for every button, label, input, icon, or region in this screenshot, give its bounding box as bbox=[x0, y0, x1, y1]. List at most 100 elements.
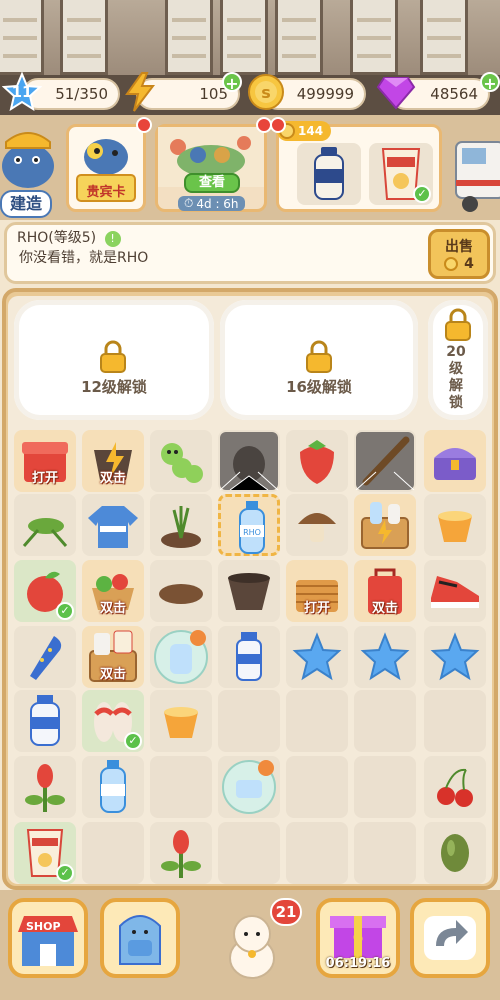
tile-star[interactable] bbox=[286, 626, 348, 688]
strawberry-icon bbox=[286, 430, 348, 492]
tile-grasshopper[interactable] bbox=[14, 494, 76, 556]
caterpillar-icon bbox=[150, 430, 212, 492]
tile-drink-crate[interactable] bbox=[354, 494, 416, 556]
tile-snack-crate[interactable]: 双击 bbox=[82, 626, 144, 688]
tile-shopping-bag[interactable]: 双击 bbox=[354, 560, 416, 622]
gem-plus-button[interactable]: + bbox=[480, 72, 500, 93]
pudding-icon bbox=[150, 690, 212, 752]
blue-star-icon bbox=[354, 626, 416, 688]
shelf bbox=[420, 0, 468, 75]
tile-sneaker[interactable] bbox=[424, 560, 486, 622]
milk-tea-bottle-icon bbox=[314, 147, 344, 200]
order-item-chips: ✓ bbox=[369, 143, 433, 205]
tile-strawberry[interactable] bbox=[286, 430, 348, 492]
notification-badge: 21 bbox=[270, 898, 302, 926]
tile-sweater[interactable] bbox=[82, 494, 144, 556]
empty-tile[interactable] bbox=[286, 822, 348, 884]
tile-open-basket[interactable]: 打开 bbox=[286, 560, 348, 622]
lock-icon bbox=[304, 340, 334, 378]
event-timer: ⏱ 4d : 6h bbox=[178, 196, 245, 211]
sell-label: 出售 bbox=[445, 239, 473, 255]
tile-caterpillar[interactable] bbox=[150, 430, 212, 492]
tile-yogurt-bottle[interactable] bbox=[218, 626, 280, 688]
order-item-milk-tea bbox=[297, 143, 361, 205]
tile-chips[interactable]: ✓ bbox=[14, 822, 76, 884]
event-timer-value: 4d : 6h bbox=[196, 196, 239, 211]
delivery-truck[interactable] bbox=[452, 124, 500, 216]
tile-apple[interactable]: ✓ bbox=[14, 560, 76, 622]
sell-button[interactable]: 出售 4 bbox=[428, 229, 490, 279]
empty-tile[interactable] bbox=[286, 690, 348, 752]
tile-mole-cobweb[interactable] bbox=[218, 430, 280, 492]
tile-double-pot[interactable]: 双击 bbox=[82, 430, 144, 492]
mushroom-icon bbox=[286, 494, 348, 556]
umbrella-icon bbox=[14, 626, 76, 688]
empty-tile[interactable] bbox=[218, 822, 280, 884]
blue-star-icon bbox=[424, 626, 486, 688]
tile-milk-bottle[interactable] bbox=[14, 690, 76, 752]
shelf bbox=[0, 0, 44, 75]
tile-bubble-bottle[interactable] bbox=[150, 626, 212, 688]
gem-icon bbox=[376, 72, 416, 112]
tile-flower-bud[interactable] bbox=[150, 822, 212, 884]
empty-tile[interactable] bbox=[354, 756, 416, 818]
backpack-button[interactable] bbox=[100, 898, 180, 978]
empty-tile[interactable] bbox=[150, 756, 212, 818]
tile-slippers[interactable]: ✓ bbox=[82, 690, 144, 752]
empty-tile[interactable] bbox=[354, 822, 416, 884]
item-description: 你没看错，就是RHO bbox=[19, 250, 149, 266]
item-name-text: RHO(等级5) bbox=[17, 230, 97, 246]
tile-rho-selected[interactable]: RHO bbox=[218, 494, 280, 556]
svg-text:RHO: RHO bbox=[243, 528, 261, 537]
undo-button[interactable] bbox=[410, 898, 490, 978]
vip-notification-dot bbox=[136, 117, 152, 133]
gift-box-button[interactable]: ? 06:19:16 bbox=[316, 898, 400, 978]
mole-icon bbox=[218, 430, 280, 492]
empty-tile[interactable] bbox=[82, 822, 144, 884]
yogurt-bottle-icon bbox=[218, 626, 280, 688]
tile-bean[interactable] bbox=[424, 822, 486, 884]
shop-button[interactable]: SHOP bbox=[8, 898, 88, 978]
tile-umbrella[interactable] bbox=[14, 626, 76, 688]
tile-treasure-chest[interactable] bbox=[424, 430, 486, 492]
tile-sprout-soil[interactable] bbox=[150, 494, 212, 556]
tile-open-box[interactable]: 打开 bbox=[14, 430, 76, 492]
tile-star[interactable] bbox=[354, 626, 416, 688]
tile-soil-pile[interactable] bbox=[150, 560, 212, 622]
item-name: RHO(等级5) ! bbox=[17, 227, 121, 247]
tile-mushroom[interactable] bbox=[286, 494, 348, 556]
order-reward-value: 144 bbox=[298, 124, 324, 138]
tile-rho-bottle[interactable] bbox=[82, 756, 144, 818]
empty-tile[interactable] bbox=[424, 690, 486, 752]
tile-cherry[interactable] bbox=[424, 756, 486, 818]
coin-icon: s bbox=[246, 72, 286, 112]
treasure-chest-icon bbox=[424, 430, 486, 492]
build-button[interactable]: 建造 bbox=[0, 190, 52, 218]
shelf bbox=[220, 0, 268, 75]
event-card[interactable]: 查看 ⏱ 4d : 6h bbox=[155, 124, 267, 212]
tile-empty-pot[interactable] bbox=[218, 560, 280, 622]
backpack-icon bbox=[119, 915, 161, 965]
sell-price: 4 bbox=[431, 256, 487, 272]
tile-pudding[interactable] bbox=[150, 690, 212, 752]
tile-flower-bud[interactable] bbox=[14, 756, 76, 818]
empty-tile[interactable] bbox=[218, 690, 280, 752]
tile-stick-cobweb[interactable] bbox=[354, 430, 416, 492]
builder-avatar[interactable] bbox=[0, 122, 62, 192]
tile-star[interactable] bbox=[424, 626, 486, 688]
pudding-icon bbox=[424, 494, 486, 556]
build-label: 建造 bbox=[9, 194, 42, 213]
tile-veggie-basket[interactable]: 双击 bbox=[82, 560, 144, 622]
empty-tile[interactable] bbox=[286, 756, 348, 818]
vip-card[interactable]: 贵宾卡 bbox=[66, 124, 146, 212]
tile-pudding[interactable] bbox=[424, 494, 486, 556]
level-star-icon[interactable]: 11 bbox=[2, 72, 42, 112]
flower-bud-icon bbox=[14, 756, 76, 818]
empty-tile[interactable] bbox=[354, 690, 416, 752]
drink-crate-icon bbox=[354, 494, 416, 556]
energy-plus-button[interactable]: + bbox=[222, 72, 242, 93]
order-card[interactable]: 144 ✓ bbox=[276, 121, 442, 212]
info-icon[interactable]: ! bbox=[104, 231, 121, 247]
tile-bubble-drink[interactable] bbox=[218, 756, 280, 818]
view-button[interactable]: 查看 bbox=[184, 173, 240, 193]
